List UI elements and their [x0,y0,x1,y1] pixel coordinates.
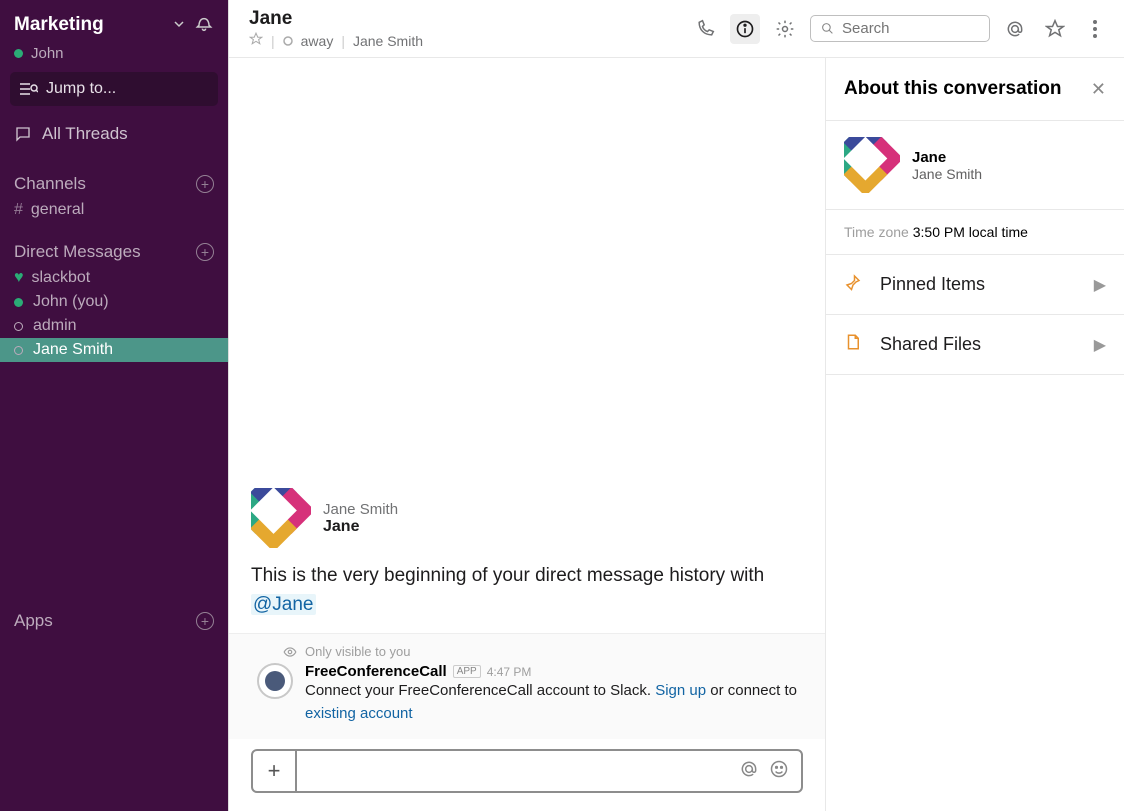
signup-link[interactable]: Sign up [655,682,706,699]
message-time: 4:47 PM [487,665,532,679]
app-badge: APP [453,665,481,678]
heart-icon: ♥ [14,269,24,287]
main-area: Jane | away | Jane Smith [228,0,1124,811]
more-button[interactable] [1080,14,1110,44]
presence-away-icon [14,346,23,355]
message-composer: + [251,749,803,793]
message-input[interactable] [297,751,739,791]
dm-item-admin[interactable]: admin [0,314,228,338]
close-icon[interactable]: ✕ [1091,79,1106,100]
status-text: away [301,33,334,49]
current-user-name: John [31,45,64,62]
intro-short-name: Jane [323,518,398,536]
channels-header: Channels + [0,170,228,198]
emoji-icon[interactable] [769,759,789,784]
file-icon [844,333,866,356]
workspace-header[interactable]: Marketing [0,8,228,45]
dm-name: admin [33,317,77,335]
add-dm-button[interactable]: + [196,243,214,261]
existing-account-link[interactable]: existing account [305,705,413,722]
dm-item-self[interactable]: John (you) [0,290,228,314]
search-input[interactable] [842,20,979,37]
presence-away-icon [14,322,23,331]
timezone-label: Time zone [844,224,913,240]
details-title: About this conversation [844,78,1061,100]
dms-label: Direct Messages [14,242,141,262]
dm-name: John (you) [33,293,109,311]
mention-icon[interactable] [739,759,759,784]
shared-files-label: Shared Files [880,334,1094,355]
presence-away-icon [283,33,293,49]
dm-item-jane[interactable]: Jane Smith [0,338,228,362]
caret-right-icon: ▶ [1094,275,1106,295]
dm-item-slackbot[interactable]: ♥ slackbot [0,266,228,290]
avatar [251,488,311,548]
chevron-down-icon [174,16,184,34]
apps-header: Apps + [0,607,228,811]
pinned-label: Pinned Items [880,274,1094,295]
settings-button[interactable] [770,14,800,44]
conversation-title: Jane [249,8,690,30]
threads-icon [14,125,32,143]
channel-item-general[interactable]: # general [0,198,228,222]
pinned-items-section[interactable]: Pinned Items ▶ [826,255,1124,315]
eye-icon [283,645,297,659]
add-channel-button[interactable]: + [196,175,214,193]
presence-active-icon [14,49,23,58]
shared-files-section[interactable]: Shared Files ▶ [826,315,1124,375]
mentions-button[interactable] [1000,14,1030,44]
jump-to-label: Jump to... [46,80,116,98]
conversation-intro: Jane Smith Jane [251,488,803,548]
workspace-name: Marketing [14,14,168,36]
jump-to-button[interactable]: Jump to... [10,72,218,106]
conversation-header: Jane | away | Jane Smith [229,0,1124,58]
all-threads-label: All Threads [42,124,128,144]
message-text: Connect your FreeConferenceCall account … [305,680,807,725]
current-user-row[interactable]: John [0,45,228,72]
user-mention[interactable]: @Jane [251,594,316,615]
workspace-sidebar: Marketing John Jump to... All Threads Ch… [0,0,228,811]
channel-name: general [31,201,84,219]
profile-full-name: Jane Smith [912,166,982,182]
full-name: Jane Smith [353,33,423,49]
intro-full-name: Jane Smith [323,501,398,518]
timezone-row: Time zone 3:50 PM local time [826,210,1124,255]
add-app-button[interactable]: + [196,612,214,630]
separator: | [341,33,345,49]
call-button[interactable] [690,14,720,44]
details-panel: About this conversation ✕ Jane Jane Smit… [826,58,1124,811]
profile-row[interactable]: Jane Jane Smith [826,121,1124,210]
dm-name: slackbot [32,269,91,287]
message-sender: FreeConferenceCall [305,663,447,680]
search-box[interactable] [810,15,990,42]
star-button[interactable] [1040,14,1070,44]
attach-button[interactable]: + [253,751,297,791]
info-button[interactable] [730,14,760,44]
dm-name: Jane Smith [33,341,113,359]
star-icon[interactable] [249,32,263,49]
conversation-history-text: This is the very beginning of your direc… [251,562,803,619]
channels-label: Channels [14,174,86,194]
bell-icon[interactable] [194,12,214,37]
app-message: Only visible to you FreeConferenceCall A… [229,633,825,739]
app-avatar [257,663,293,699]
timezone-value: 3:50 PM local time [913,224,1028,240]
avatar [844,137,900,193]
dms-header: Direct Messages + [0,238,228,266]
separator: | [271,33,275,49]
hash-icon: # [14,201,23,219]
caret-right-icon: ▶ [1094,335,1106,355]
jump-to-icon [20,82,38,96]
profile-name: Jane [912,149,982,166]
pin-icon [844,273,866,296]
apps-label: Apps [14,611,53,631]
all-threads-button[interactable]: All Threads [0,118,228,150]
presence-active-icon [14,298,23,307]
chat-area: Jane Smith Jane This is the very beginni… [229,58,826,811]
search-icon [821,21,834,36]
only-visible-label: Only visible to you [305,644,411,659]
